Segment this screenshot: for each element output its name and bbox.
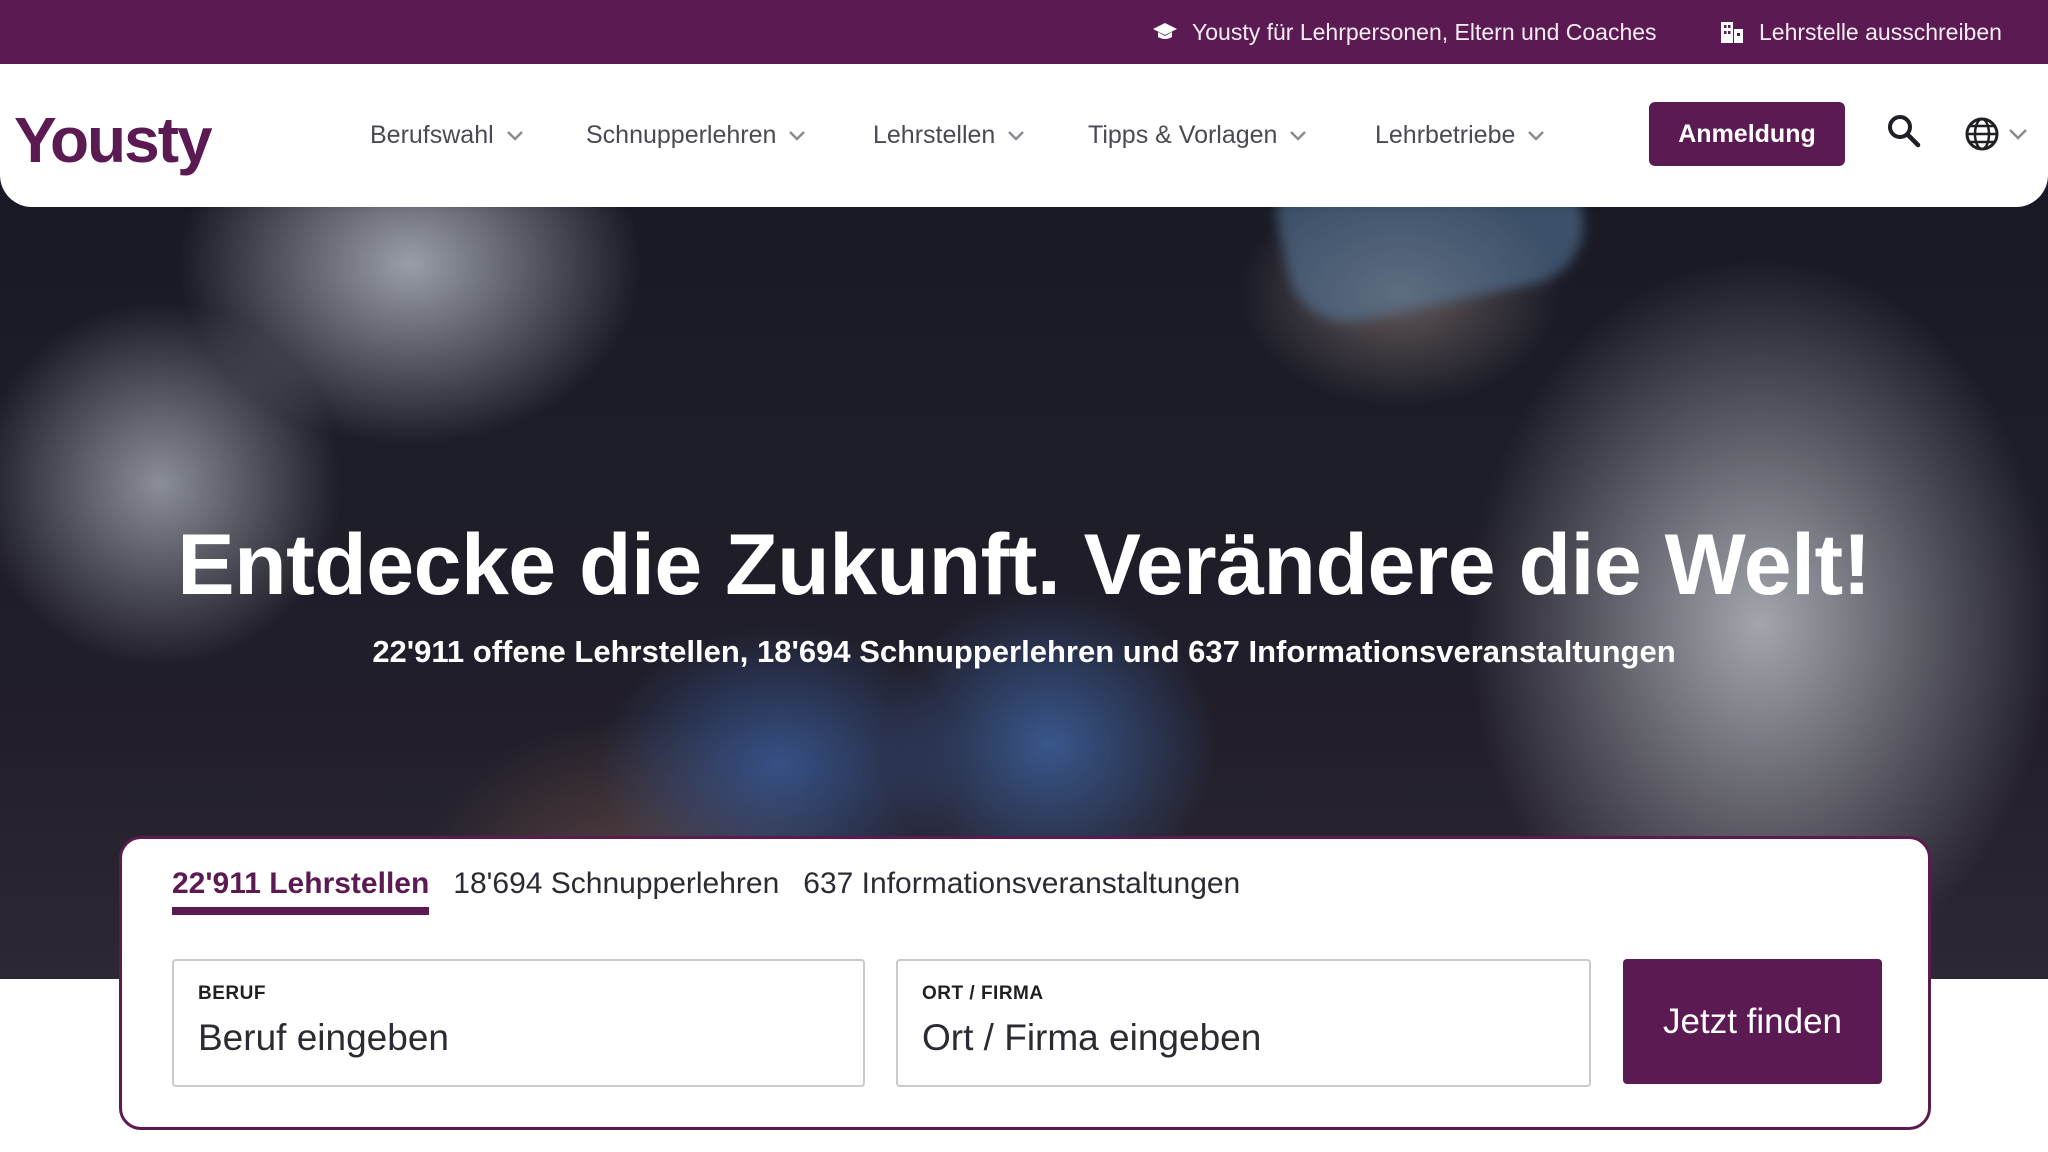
globe-icon bbox=[1965, 117, 1999, 151]
page: Entdecke die Zukunft. Verändere die Welt… bbox=[0, 0, 2048, 1152]
nav-label: Tipps & Vorlagen bbox=[1088, 121, 1278, 149]
building-icon bbox=[1721, 22, 1743, 43]
beruf-field[interactable]: BERUF Beruf eingeben bbox=[172, 959, 865, 1087]
hero-subtitle: 22'911 offene Lehrstellen, 18'694 Schnup… bbox=[372, 634, 1676, 669]
graduation-cap-icon bbox=[1153, 23, 1177, 39]
chevron-down-icon bbox=[1528, 130, 1545, 141]
chevron-down-icon bbox=[506, 130, 523, 141]
tab-schnupperlehren[interactable]: 18'694 Schnupperlehren bbox=[453, 867, 779, 915]
search-button[interactable] bbox=[1886, 113, 1922, 149]
nav-label: Berufswahl bbox=[370, 121, 494, 149]
post-apprenticeship-link-label: Lehrstelle ausschreiben bbox=[1759, 18, 2002, 45]
tab-informationsveranstaltungen[interactable]: 637 Informationsveranstaltungen bbox=[803, 867, 1240, 915]
nav-item-lehrbetriebe[interactable]: Lehrbetriebe bbox=[1375, 64, 1545, 207]
hero-title: Entdecke die Zukunft. Verändere die Welt… bbox=[177, 517, 1871, 613]
search-card: 22'911 Lehrstellen 18'694 Schnupperlehre… bbox=[119, 836, 1931, 1130]
chevron-down-icon bbox=[789, 130, 806, 141]
teachers-parents-link[interactable]: Yousty für Lehrpersonen, Eltern und Coac… bbox=[1152, 0, 1657, 64]
top-utility-bar: Yousty für Lehrpersonen, Eltern und Coac… bbox=[0, 0, 2048, 64]
yousty-logo[interactable]: Yousty bbox=[14, 100, 213, 180]
main-header: Yousty Berufswahl Schnupperlehren Lehrst… bbox=[0, 64, 2048, 207]
nav-label: Schnupperlehren bbox=[586, 121, 777, 149]
chevron-down-icon bbox=[1008, 130, 1025, 141]
chevron-down-icon bbox=[1290, 130, 1307, 141]
nav-label: Lehrbetriebe bbox=[1375, 121, 1516, 149]
ort-firma-field[interactable]: ORT / FIRMA Ort / Firma eingeben bbox=[896, 959, 1591, 1087]
nav-item-schnupperlehren[interactable]: Schnupperlehren bbox=[586, 64, 806, 207]
ort-firma-field-placeholder: Ort / Firma eingeben bbox=[922, 1017, 1262, 1058]
beruf-field-label: BERUF bbox=[198, 983, 266, 1004]
login-button[interactable]: Anmeldung bbox=[1649, 102, 1845, 166]
tab-lehrstellen[interactable]: 22'911 Lehrstellen bbox=[172, 867, 430, 915]
search-icon bbox=[1888, 115, 1921, 148]
nav-label: Lehrstellen bbox=[873, 121, 996, 149]
find-button[interactable]: Jetzt finden bbox=[1623, 959, 1882, 1084]
search-tabs: 22'911 Lehrstellen 18'694 Schnupperlehre… bbox=[172, 867, 1264, 915]
nav-item-berufswahl[interactable]: Berufswahl bbox=[370, 64, 524, 207]
chevron-down-icon bbox=[2009, 129, 2027, 140]
language-selector[interactable] bbox=[1964, 116, 2028, 152]
nav-item-tipps-vorlagen[interactable]: Tipps & Vorlagen bbox=[1088, 64, 1307, 207]
ort-firma-field-label: ORT / FIRMA bbox=[922, 983, 1044, 1004]
beruf-field-placeholder: Beruf eingeben bbox=[198, 1017, 449, 1058]
post-apprenticeship-link[interactable]: Lehrstelle ausschreiben bbox=[1719, 0, 2002, 64]
teachers-parents-link-label: Yousty für Lehrpersonen, Eltern und Coac… bbox=[1192, 18, 1657, 45]
logo-text: Yousty bbox=[14, 104, 213, 176]
nav-item-lehrstellen[interactable]: Lehrstellen bbox=[873, 64, 1025, 207]
